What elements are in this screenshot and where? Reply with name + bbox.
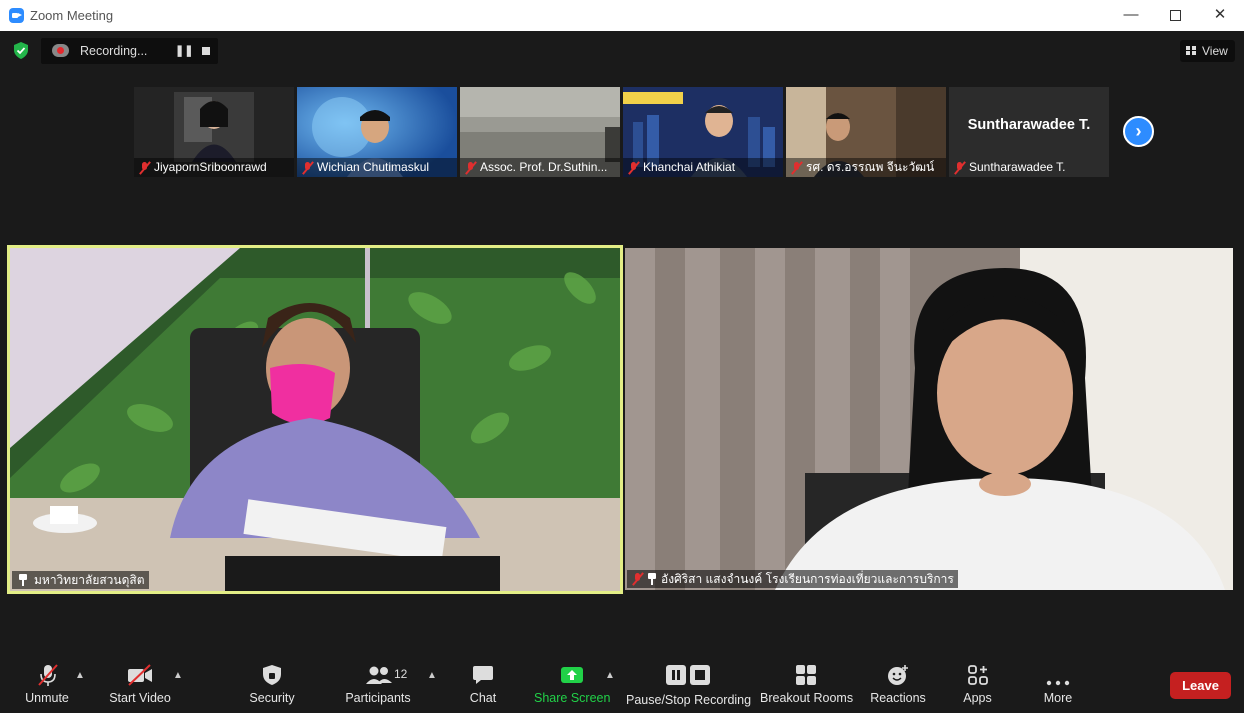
participant-display-name: Suntharawadee T. <box>967 117 1091 133</box>
muted-mic-icon <box>629 162 639 174</box>
participant-thumbnail[interactable]: JiyapornSriboonrawd <box>134 87 294 177</box>
participants-options-caret-icon[interactable]: ▲ <box>427 670 437 681</box>
participant-name-bar: Khanchai Athikiat <box>623 158 783 177</box>
chat-label: Chat <box>469 691 497 705</box>
participant-name: Wichian Chutimaskul <box>317 160 430 174</box>
start-video-button[interactable]: Start Video <box>104 653 176 713</box>
muted-mic-icon <box>140 162 150 174</box>
recording-label: Recording... <box>80 44 148 58</box>
speaker-video-feed <box>10 248 620 591</box>
start-video-label: Start Video <box>109 691 171 705</box>
video-options-caret-icon[interactable]: ▲ <box>173 670 183 681</box>
participant-thumbnail[interactable]: Suntharawadee T. Suntharawadee T. <box>949 87 1109 177</box>
participant-name-bar: รศ. ดร.อรรณพ จีนะวัฒน์ <box>786 158 946 177</box>
participant-name: Suntharawadee T. <box>969 160 1066 174</box>
pause-recording-icon[interactable]: ❚❚ <box>175 44 193 57</box>
smiley-add-icon <box>888 665 908 685</box>
stop-recording-icon[interactable] <box>202 47 210 55</box>
share-screen-label: Share Screen <box>534 691 611 705</box>
window-title-bar: Zoom Meeting — ✕ <box>0 0 1244 32</box>
apps-button[interactable]: Apps <box>955 653 1000 713</box>
participant-name: มหาวิทยาลัยสวนดุสิต <box>34 573 145 587</box>
participant-name: Assoc. Prof. Dr.Suthin... <box>480 160 608 174</box>
participant-name-label: มหาวิทยาลัยสวนดุสิต <box>12 571 149 589</box>
muted-mic-icon <box>633 573 643 585</box>
close-icon: ✕ <box>1213 6 1227 23</box>
participant-thumbnail[interactable]: รศ. ดร.อรรณพ จีนะวัฒน์ <box>786 87 946 177</box>
close-button[interactable]: ✕ <box>1197 0 1243 31</box>
share-screen-button[interactable]: Share Screen <box>534 653 611 713</box>
participant-thumbnail[interactable]: Khanchai Athikiat <box>623 87 783 177</box>
shield-icon <box>263 665 281 685</box>
leave-button[interactable]: Leave <box>1170 672 1231 699</box>
muted-mic-icon <box>955 162 965 174</box>
participant-name-bar: Assoc. Prof. Dr.Suthin... <box>460 158 620 177</box>
participant-thumbnail[interactable]: Assoc. Prof. Dr.Suthin... <box>460 87 620 177</box>
apps-label: Apps <box>963 691 992 705</box>
security-label: Security <box>249 691 295 705</box>
pause-stop-recording-button[interactable]: Pause/Stop Recording <box>626 653 752 713</box>
more-button[interactable]: More <box>1036 653 1080 713</box>
participants-icon <box>366 666 392 684</box>
muted-mic-icon <box>303 162 313 174</box>
participant-name: รศ. ดร.อรรณพ จีนะวัฒน์ <box>806 160 935 174</box>
participant-thumbnail[interactable]: Wichian Chutimaskul <box>297 87 457 177</box>
pin-icon <box>647 573 657 585</box>
cloud-record-icon <box>52 44 69 57</box>
unmute-label: Unmute <box>25 691 69 705</box>
minimize-button[interactable]: — <box>1108 0 1154 31</box>
participant-name: JiyapornSriboonrawd <box>154 160 267 174</box>
maximize-button[interactable] <box>1152 0 1198 31</box>
muted-mic-icon <box>466 162 476 174</box>
security-shield-icon[interactable] <box>13 42 29 59</box>
participants-label: Participants <box>345 691 411 705</box>
window-title: Zoom Meeting <box>30 8 114 23</box>
share-options-caret-icon[interactable]: ▲ <box>605 670 615 681</box>
unmute-button[interactable]: Unmute <box>18 653 76 713</box>
recording-indicator: Recording... ❚❚ <box>41 38 218 64</box>
apps-icon <box>968 665 988 685</box>
participant-name-label: อังศิริสา แสงจำนงค์ โรงเรียนการท่องเที่ย… <box>627 570 958 588</box>
breakout-rooms-icon <box>796 665 816 685</box>
participant-name: Khanchai Athikiat <box>643 160 736 174</box>
participant-name-bar: Suntharawadee T. <box>949 158 1109 177</box>
participant-video-tile[interactable]: อังศิริสา แสงจำนงค์ โรงเรียนการท่องเที่ย… <box>625 248 1233 590</box>
reactions-label: Reactions <box>870 691 926 705</box>
breakout-rooms-button[interactable]: Breakout Rooms <box>760 653 854 713</box>
participants-count: 12 <box>394 667 408 681</box>
breakout-rooms-label: Breakout Rooms <box>760 691 854 705</box>
pin-icon <box>18 574 28 586</box>
next-page-button[interactable]: › <box>1123 116 1154 147</box>
pause-stop-recording-label: Pause/Stop Recording <box>626 693 752 707</box>
muted-mic-icon <box>792 162 802 174</box>
zoom-app-icon <box>9 8 24 23</box>
share-screen-icon <box>561 667 583 683</box>
pause-stop-icon <box>666 665 710 685</box>
video-off-icon <box>128 664 152 686</box>
meeting-toolbar: Unmute ▲ Start Video ▲ Security 12 Parti… <box>0 653 1244 713</box>
audio-options-caret-icon[interactable]: ▲ <box>75 670 85 681</box>
grid-view-icon <box>1186 46 1196 55</box>
participants-button[interactable]: 12 Participants <box>343 653 413 713</box>
chat-bubble-icon <box>473 666 493 684</box>
minimize-icon: — <box>1123 6 1139 23</box>
chevron-right-icon: › <box>1135 121 1142 141</box>
muted-microphone-icon <box>38 664 58 686</box>
view-label: View <box>1202 44 1228 58</box>
more-label: More <box>1043 691 1073 705</box>
maximize-icon <box>1169 9 1181 21</box>
security-button[interactable]: Security <box>243 653 301 713</box>
reactions-button[interactable]: Reactions <box>867 653 929 713</box>
view-button[interactable]: View <box>1180 40 1235 62</box>
chat-button[interactable]: Chat <box>462 653 504 713</box>
participant-name: อังศิริสา แสงจำนงค์ โรงเรียนการท่องเที่ย… <box>661 572 954 586</box>
participant-name-bar: Wichian Chutimaskul <box>297 158 457 177</box>
participant-video-feed <box>625 248 1233 590</box>
active-speaker-tile[interactable]: มหาวิทยาลัยสวนดุสิต <box>7 245 623 594</box>
participant-name-bar: JiyapornSriboonrawd <box>134 158 294 177</box>
